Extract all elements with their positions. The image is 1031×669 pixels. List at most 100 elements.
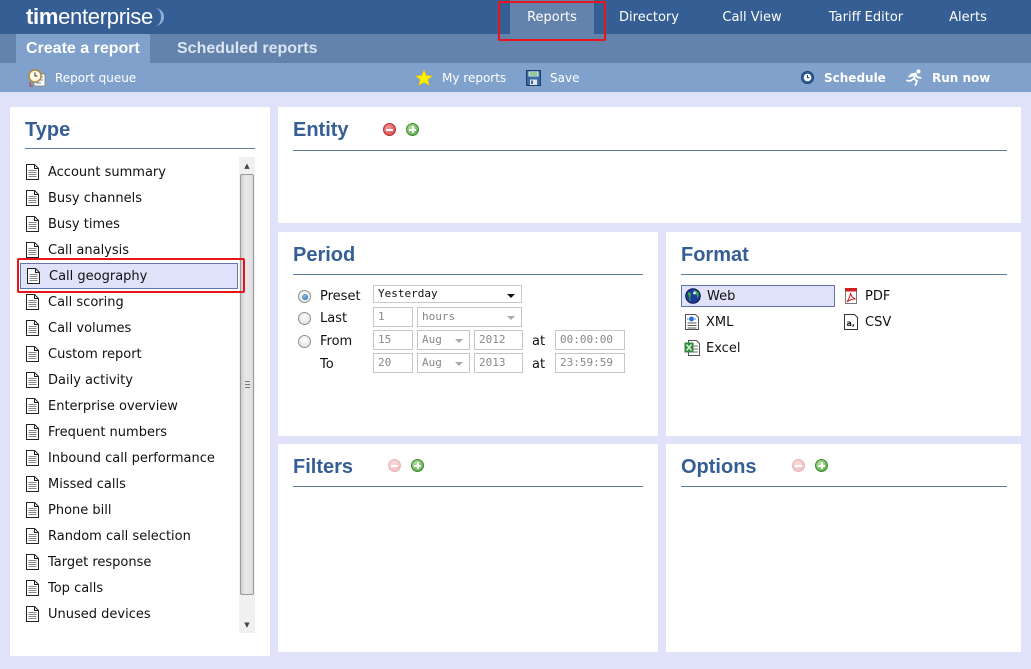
to-year-input[interactable]: 2013 <box>474 353 523 373</box>
preset-select[interactable]: Yesterday <box>373 285 522 303</box>
format-option-xml[interactable]: XML <box>681 311 733 333</box>
tab-scheduled-reports[interactable]: Scheduled reports <box>177 34 317 63</box>
document-icon <box>26 502 39 518</box>
last-count-input[interactable]: 1 <box>373 307 413 327</box>
my-reports-button[interactable]: My reports <box>415 63 506 92</box>
nav-tariff-editor[interactable]: Tariff Editor <box>800 0 932 34</box>
report-type-item[interactable]: Phone bill <box>20 497 238 523</box>
report-type-label: Call geography <box>49 268 148 284</box>
add-filter-icon[interactable] <box>411 459 424 472</box>
document-icon <box>26 476 39 492</box>
preset-radio[interactable] <box>298 290 311 303</box>
document-icon <box>26 580 39 596</box>
report-type-item[interactable]: Custom report <box>20 341 238 367</box>
my-reports-label: My reports <box>442 70 507 85</box>
document-icon <box>26 424 39 440</box>
format-pdf-label: PDF <box>865 288 891 304</box>
format-option-excel[interactable]: Excel <box>681 337 740 359</box>
logo-swoosh-icon <box>154 8 164 26</box>
run-now-label: Run now <box>932 70 991 85</box>
type-list-scrollbar[interactable]: ▲ ▼ <box>239 157 255 633</box>
document-icon <box>26 346 39 362</box>
to-time-input[interactable]: 23:59:59 <box>555 353 625 373</box>
from-day-input[interactable]: 15 <box>373 330 413 350</box>
period-title-divider <box>293 274 643 275</box>
format-option-csv[interactable]: a, CSV <box>840 311 891 333</box>
save-button[interactable]: Save <box>526 63 579 92</box>
report-type-item[interactable]: Unused devices <box>20 601 238 627</box>
report-type-item[interactable]: Target response <box>20 549 238 575</box>
report-queue-button[interactable]: Report queue <box>28 63 136 92</box>
main-nav: Reports Directory Call View Tariff Edito… <box>510 0 1004 34</box>
report-queue-label: Report queue <box>55 70 137 85</box>
document-icon <box>26 216 39 232</box>
report-type-item[interactable]: Call analysis <box>20 237 238 263</box>
nav-directory[interactable]: Directory <box>594 0 704 34</box>
from-month-value: Aug <box>422 333 442 346</box>
to-day-value: 20 <box>378 356 392 369</box>
report-type-item[interactable]: Daily activity <box>20 367 238 393</box>
toolbar: Report queue My reports Save Schedule Ru… <box>0 63 1031 92</box>
last-unit-select[interactable]: hours <box>417 307 522 327</box>
options-panel-title: Options <box>681 456 757 478</box>
save-floppy-icon <box>526 69 541 86</box>
to-day-input[interactable]: 20 <box>373 353 413 373</box>
remove-filter-icon[interactable] <box>388 459 401 472</box>
type-panel: Type Account summary Busy channels Busy ti… <box>10 107 270 656</box>
add-entity-icon[interactable] <box>406 123 419 136</box>
save-label: Save <box>550 70 580 85</box>
logo-text: enterprise <box>58 4 153 29</box>
report-type-label: Target response <box>48 554 152 570</box>
scroll-thumb[interactable] <box>240 174 254 595</box>
report-type-item[interactable]: Call scoring <box>20 289 238 315</box>
report-type-item[interactable]: Frequent numbers <box>20 419 238 445</box>
tab-create-a-report[interactable]: Create a report <box>16 34 150 63</box>
report-type-label: Custom report <box>48 346 142 362</box>
from-year-input[interactable]: 2012 <box>474 330 523 350</box>
report-type-item[interactable]: Busy channels <box>20 185 238 211</box>
report-type-item[interactable]: Call geography <box>20 263 238 289</box>
entity-panel: Entity <box>278 107 1021 223</box>
entity-panel-title: Entity <box>293 119 349 141</box>
from-day-value: 15 <box>378 333 392 346</box>
report-type-item[interactable]: Busy times <box>20 211 238 237</box>
preset-label: Preset <box>320 289 361 304</box>
report-type-label: Enterprise overview <box>48 398 178 414</box>
period-panel: Period Preset Yesterday Last 1 hours Fro… <box>278 232 658 436</box>
report-type-label: Call analysis <box>48 242 130 258</box>
run-now-button[interactable]: Run now <box>906 63 990 92</box>
scroll-up-arrow-icon[interactable]: ▲ <box>239 157 255 174</box>
schedule-button[interactable]: Schedule <box>801 63 886 92</box>
report-type-label: Unused devices <box>48 606 151 622</box>
report-type-item[interactable]: Call volumes <box>20 315 238 341</box>
add-option-icon[interactable] <box>815 459 828 472</box>
format-option-web[interactable]: Web <box>681 285 835 307</box>
report-type-item[interactable]: Top calls <box>20 575 238 601</box>
report-type-item[interactable]: Enterprise overview <box>20 393 238 419</box>
format-option-pdf[interactable]: PDF <box>840 285 890 307</box>
chevron-down-icon <box>507 316 515 320</box>
report-type-item[interactable]: Random call selection <box>20 523 238 549</box>
document-icon <box>26 164 39 180</box>
from-time-value: 00:00:00 <box>560 333 613 346</box>
report-type-item[interactable]: Missed calls <box>20 471 238 497</box>
last-radio[interactable] <box>298 312 311 325</box>
report-type-item[interactable]: Inbound call performance <box>20 445 238 471</box>
document-icon <box>26 398 39 414</box>
app-logo[interactable]: timenterprise <box>26 4 164 30</box>
nav-alerts[interactable]: Alerts <box>932 0 1004 34</box>
from-month-select[interactable]: Aug <box>417 330 470 350</box>
remove-option-icon[interactable] <box>792 459 805 472</box>
report-type-label: Daily activity <box>48 372 133 388</box>
from-radio[interactable] <box>298 335 311 348</box>
report-type-label: Call scoring <box>48 294 124 310</box>
nav-call-view[interactable]: Call View <box>704 0 800 34</box>
to-month-select[interactable]: Aug <box>417 353 470 373</box>
scroll-down-arrow-icon[interactable]: ▼ <box>239 616 255 633</box>
from-time-input[interactable]: 00:00:00 <box>555 330 625 350</box>
sub-nav: Create a report Scheduled reports <box>0 34 1031 63</box>
report-type-item[interactable]: Account summary <box>20 159 238 185</box>
remove-entity-icon[interactable] <box>383 123 396 136</box>
nav-reports[interactable]: Reports <box>510 0 594 34</box>
to-at-label: at <box>532 357 546 372</box>
